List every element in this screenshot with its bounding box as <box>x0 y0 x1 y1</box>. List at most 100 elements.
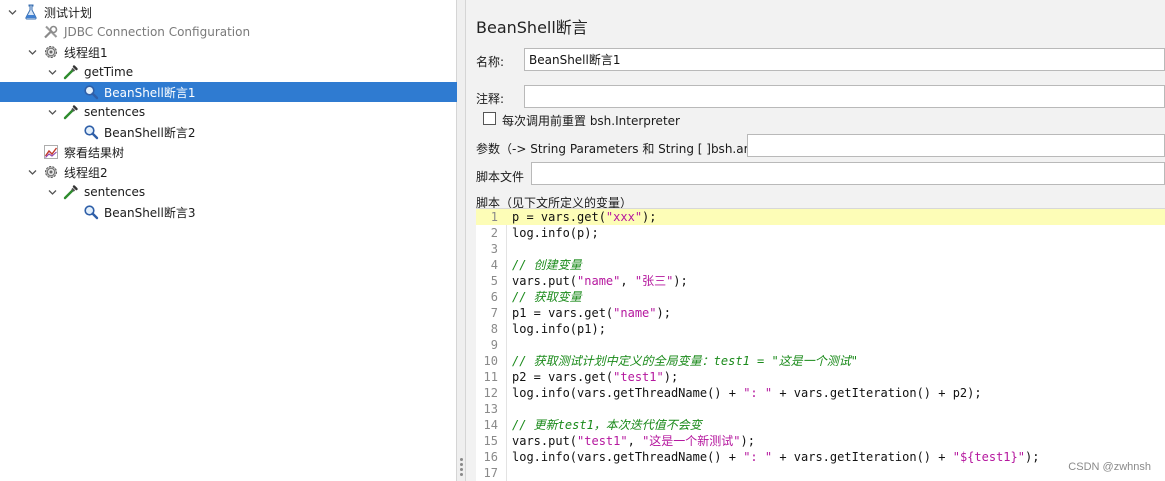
line-number: 12 <box>483 386 498 400</box>
tree-node[interactable]: BeanShell断言3 <box>0 202 457 222</box>
tree-node[interactable]: 测试计划 <box>0 2 457 22</box>
code-comment: // 创建变量 <box>512 258 582 272</box>
toggle-spacer <box>26 142 38 162</box>
line-number: 16 <box>483 450 498 464</box>
tree-node-label: 察看结果树 <box>64 145 125 160</box>
code-text: log.info(vars.getThreadName() + ": " + v… <box>506 449 1039 465</box>
code-token: log.info(vars.getThreadName() + <box>512 386 744 400</box>
panel-title: BeanShell断言 <box>476 18 588 37</box>
code-line: 15 vars.put("test1", "这是一个新测试"); <box>476 433 1165 449</box>
expand-toggle-icon[interactable] <box>6 2 18 22</box>
pipette-icon <box>62 103 80 121</box>
tree-node[interactable]: 线程组1 <box>0 42 457 62</box>
magnifier-icon <box>82 123 100 141</box>
line-number: 5 <box>490 274 498 288</box>
name-label: 名称: <box>476 55 505 69</box>
tree-node[interactable]: BeanShell断言2 <box>0 122 457 142</box>
line-number: 2 <box>490 226 498 240</box>
script-file-label: 脚本文件 <box>476 170 525 184</box>
code-line: 3 <box>476 241 1165 257</box>
code-text: log.info(p); <box>506 225 599 241</box>
parameters-input[interactable] <box>747 134 1165 157</box>
gear-icon <box>42 163 60 181</box>
tree-node-label: getTime <box>84 65 134 79</box>
code-string: "name" <box>577 274 621 288</box>
name-input[interactable] <box>524 48 1165 71</box>
code-string: "${test1}" <box>952 450 1025 464</box>
code-string: "test1" <box>613 370 664 384</box>
code-string: "test1" <box>577 434 628 448</box>
tree-node[interactable]: JDBC Connection Configuration <box>0 22 457 42</box>
script-file-input[interactable] <box>531 162 1165 185</box>
code-line: 8 log.info(p1); <box>476 321 1165 337</box>
code-line: 9 <box>476 337 1165 353</box>
expand-toggle-icon[interactable] <box>46 182 58 202</box>
code-string: "张三" <box>634 274 674 288</box>
tree-node-label: 线程组2 <box>64 165 108 180</box>
pipette-icon <box>62 63 80 81</box>
line-number: 15 <box>483 434 498 448</box>
code-token: log.info(p1); <box>512 322 606 336</box>
code-token: log.info(p); <box>512 226 599 240</box>
code-token: p2 = vars.get( <box>512 370 614 384</box>
gear-icon <box>42 43 60 61</box>
code-token: ); <box>642 210 657 224</box>
toggle-spacer <box>66 82 78 102</box>
code-line: 13 <box>476 401 1165 417</box>
toggle-spacer <box>26 22 38 42</box>
flask-icon <box>22 3 40 21</box>
splitter-grip-icon <box>460 458 463 478</box>
line-number: 1 <box>490 210 498 224</box>
beanshell-assertion-panel: BeanShell断言 名称: 注释: 每次调用前重置 bsh.Interpre… <box>466 0 1165 481</box>
toggle-spacer <box>66 202 78 222</box>
code-text: p = vars.get("xxx"); <box>506 209 657 225</box>
code-line: 17 <box>476 465 1165 481</box>
code-token: vars.put( <box>512 274 578 288</box>
code-token: ); <box>673 274 688 288</box>
tree-node[interactable]: sentences <box>0 102 457 122</box>
line-number: 7 <box>490 306 498 320</box>
tree-node[interactable]: 察看结果树 <box>0 142 457 162</box>
code-text: // 获取测试计划中定义的全局变量：test1 = "这是一个测试" <box>506 353 858 369</box>
line-number: 8 <box>490 322 498 336</box>
code-token: ); <box>1024 450 1040 464</box>
panel-splitter[interactable] <box>457 0 466 481</box>
expand-toggle-icon[interactable] <box>26 162 38 182</box>
expand-toggle-icon[interactable] <box>46 102 58 122</box>
line-number: 6 <box>490 290 498 304</box>
comment-input[interactable] <box>524 85 1165 108</box>
code-line: 2 log.info(p); <box>476 225 1165 241</box>
code-line: 4 // 创建变量 <box>476 257 1165 273</box>
tree-node[interactable]: getTime <box>0 62 457 82</box>
code-text: log.info(vars.getThreadName() + ": " + v… <box>506 385 982 401</box>
script-editor[interactable]: 1 p = vars.get("xxx"); 2 log.info(p); 3 4 // 创… <box>476 208 1165 481</box>
code-text: // 更新test1，本次迭代值不会变 <box>506 417 702 433</box>
comment-label: 注释: <box>476 92 505 106</box>
wrench-icon <box>42 23 60 41</box>
tree-node-label: 测试计划 <box>44 5 93 20</box>
tree-node[interactable]: 线程组2 <box>0 162 457 182</box>
code-line: 1 p = vars.get("xxx"); <box>476 209 1165 225</box>
tree-node[interactable]: BeanShell断言1 <box>0 82 457 102</box>
tree-node-label: BeanShell断言3 <box>104 205 196 220</box>
line-number: 17 <box>483 466 498 480</box>
code-text: // 获取变量 <box>506 289 582 305</box>
code-token: , <box>627 434 643 448</box>
reset-interpreter-checkbox[interactable] <box>483 112 496 125</box>
line-number: 14 <box>483 418 498 432</box>
code-token: p1 = vars.get( <box>512 306 614 320</box>
code-string: "这是一个新测试" <box>642 434 741 448</box>
test-plan-tree: 测试计划 JDBC Connection Configuration 线程组1 get… <box>0 0 457 481</box>
expand-toggle-icon[interactable] <box>26 42 38 62</box>
tree-node-label: BeanShell断言2 <box>104 125 196 140</box>
code-token: + vars.getIteration() + p2); <box>772 386 982 400</box>
line-number: 13 <box>483 402 498 416</box>
tree-node[interactable]: sentences <box>0 182 457 202</box>
reset-interpreter-label: 每次调用前重置 bsh.Interpreter <box>502 114 680 128</box>
jmeter-window: 测试计划 JDBC Connection Configuration 线程组1 get… <box>0 0 1165 481</box>
tree-node-label: 线程组1 <box>64 45 108 60</box>
line-number: 9 <box>490 338 498 352</box>
code-line: 7 p1 = vars.get("name"); <box>476 305 1165 321</box>
expand-toggle-icon[interactable] <box>46 62 58 82</box>
code-line: 11 p2 = vars.get("test1"); <box>476 369 1165 385</box>
